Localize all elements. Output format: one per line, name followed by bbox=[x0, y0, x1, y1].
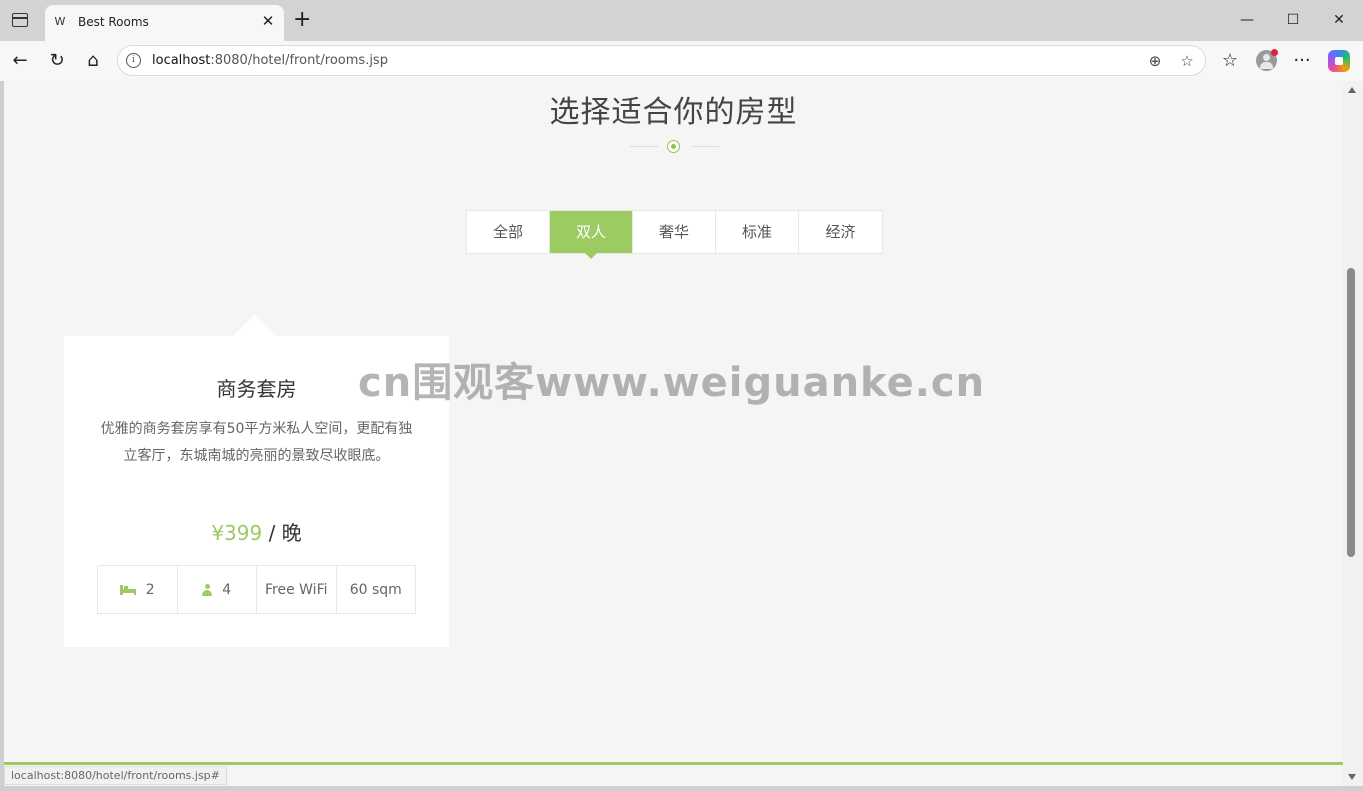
favicon-icon: W bbox=[54, 15, 66, 28]
guests-count: 4 bbox=[222, 581, 232, 598]
maximize-button[interactable]: ☐ bbox=[1283, 10, 1303, 30]
divider-dot-icon bbox=[667, 140, 680, 153]
price-unit: / 晚 bbox=[262, 521, 302, 545]
page-viewport: 选择适合你的房型 全部 双人 奢华 标准 经济 商务套房 优雅的商务套房享有50… bbox=[4, 81, 1343, 786]
bed-icon bbox=[119, 584, 136, 595]
room-filter-tabs: 全部 双人 奢华 标准 经济 bbox=[466, 210, 883, 259]
footer-accent-line bbox=[4, 762, 1343, 765]
amenity-size: 60 sqm bbox=[337, 566, 416, 613]
zoom-icon[interactable]: ⊕ bbox=[1145, 51, 1165, 71]
user-icon bbox=[202, 583, 213, 596]
url-path: :8080/hotel/front/rooms.jsp bbox=[210, 53, 388, 68]
tab-bar: W Best Rooms ✕ + — ☐ ✕ bbox=[0, 0, 1363, 41]
amenity-wifi: Free WiFi bbox=[257, 566, 337, 613]
scroll-up-arrow-icon[interactable] bbox=[1348, 87, 1356, 93]
browser-tab[interactable]: W Best Rooms ✕ bbox=[45, 5, 284, 41]
new-tab-button[interactable]: + bbox=[293, 9, 311, 31]
scroll-down-arrow-icon[interactable] bbox=[1348, 774, 1356, 780]
address-bar[interactable]: i localhost:8080/hotel/front/rooms.jsp ⊕… bbox=[117, 45, 1206, 76]
url-host: localhost bbox=[152, 53, 211, 68]
more-menu-icon[interactable]: ··· bbox=[1291, 50, 1313, 72]
wifi-label: Free WiFi bbox=[264, 581, 328, 598]
amenity-guests: 4 bbox=[178, 566, 257, 613]
notification-dot bbox=[1271, 49, 1278, 56]
favorites-icon[interactable]: ☆ bbox=[1219, 50, 1241, 72]
price-value: ¥399 bbox=[211, 521, 263, 545]
amenity-beds: 2 bbox=[98, 566, 178, 613]
section-title: 选择适合你的房型 bbox=[549, 95, 798, 130]
tab-title: Best Rooms bbox=[78, 15, 149, 29]
site-info-icon[interactable]: i bbox=[126, 53, 141, 68]
reload-icon[interactable]: ↻ bbox=[46, 50, 68, 72]
scroll-thumb[interactable] bbox=[1347, 268, 1355, 557]
filter-standard[interactable]: 标准 bbox=[716, 211, 799, 253]
filter-economy[interactable]: 经济 bbox=[799, 211, 882, 253]
window-border bbox=[0, 786, 1363, 791]
status-bar-url: localhost:8080/hotel/front/rooms.jsp# bbox=[4, 766, 227, 785]
size-label: 60 sqm bbox=[349, 581, 402, 598]
browser-toolbar: ← ↻ ⌂ i localhost:8080/hotel/front/rooms… bbox=[0, 41, 1363, 81]
tab-close-icon[interactable]: ✕ bbox=[260, 13, 276, 29]
watermark: cn围观客www.weiguanke.cn bbox=[358, 360, 986, 406]
back-icon[interactable]: ← bbox=[9, 50, 31, 72]
beds-count: 2 bbox=[145, 581, 155, 598]
title-divider bbox=[630, 140, 719, 154]
minimize-button[interactable]: — bbox=[1237, 10, 1257, 30]
filter-all[interactable]: 全部 bbox=[467, 211, 550, 253]
divider-line-right bbox=[691, 146, 719, 147]
room-description: 优雅的商务套房享有50平方米私人空间，更配有独立客厅，东城南城的亮丽的景致尽收眼… bbox=[100, 421, 413, 464]
room-amenities: 2 4 Free WiFi 60 sqm bbox=[97, 565, 416, 614]
vertical-scrollbar[interactable] bbox=[1343, 81, 1363, 786]
copilot-icon[interactable] bbox=[1328, 50, 1350, 72]
favorite-star-icon[interactable]: ☆ bbox=[1177, 51, 1197, 71]
tab-actions-icon[interactable] bbox=[12, 13, 28, 27]
divider-line-left bbox=[630, 146, 658, 147]
filter-luxury[interactable]: 奢华 bbox=[633, 211, 716, 253]
filter-double[interactable]: 双人 bbox=[550, 211, 633, 259]
card-pointer bbox=[233, 314, 277, 336]
room-price: ¥399 / 晚 bbox=[64, 517, 449, 546]
url-text: localhost:8080/hotel/front/rooms.jsp bbox=[152, 53, 388, 68]
close-window-button[interactable]: ✕ bbox=[1329, 10, 1349, 30]
home-icon[interactable]: ⌂ bbox=[82, 50, 104, 72]
